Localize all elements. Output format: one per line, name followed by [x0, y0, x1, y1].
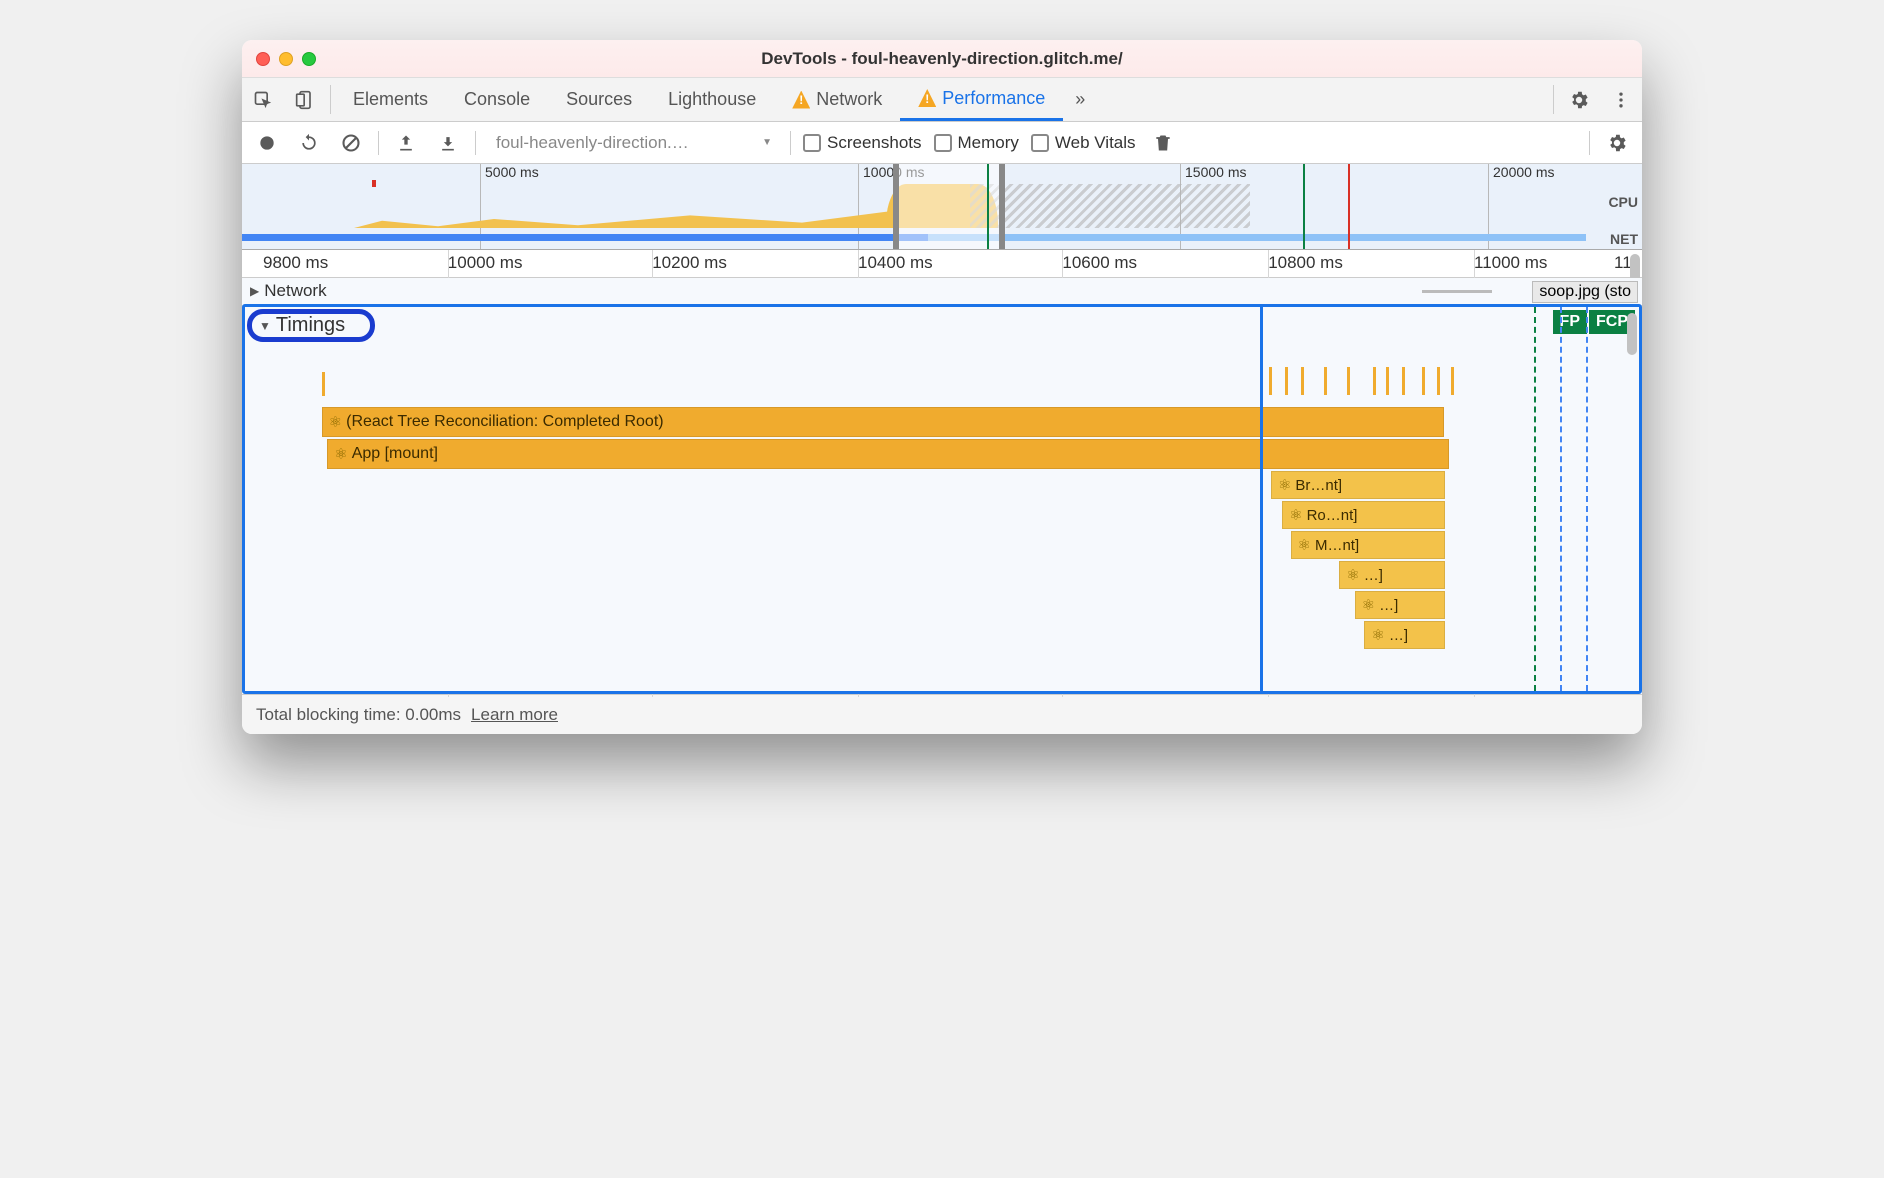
ruler-tick: 11000 ms [1474, 253, 1547, 273]
marker-line [1303, 164, 1305, 249]
flame-mark [322, 372, 325, 396]
tab-lighthouse[interactable]: Lighthouse [650, 78, 774, 121]
maximize-icon[interactable] [302, 52, 316, 66]
ruler-tick: 10800 ms [1268, 253, 1343, 273]
warning-icon [918, 89, 936, 107]
settings-icon[interactable] [1558, 78, 1600, 121]
ruler-tick: 10600 ms [1062, 253, 1137, 273]
net-bar [928, 234, 1586, 241]
screenshots-label: Screenshots [827, 133, 922, 153]
tracks-pane: ▶ Network soop.jpg (sto ▼Timings FP FCP [242, 278, 1642, 694]
cpu-activity [354, 210, 914, 228]
clear-button[interactable] [336, 128, 366, 158]
flame-react-root[interactable]: ⚛(React Tree Reconciliation: Completed R… [322, 407, 1444, 437]
react-icon: ⚛ [1289, 506, 1302, 524]
react-icon: ⚛ [1346, 566, 1359, 584]
flame-app-mount[interactable]: ⚛App [mount] [327, 439, 1449, 469]
devtools-tabbar: Elements Console Sources Lighthouse Netw… [242, 78, 1642, 122]
caret-right-icon: ▶ [250, 284, 259, 298]
time-ruler[interactable]: 9800 ms 10000 ms 10200 ms 10400 ms 10600… [242, 250, 1642, 278]
tab-network[interactable]: Network [774, 78, 900, 121]
mac-titlebar: DevTools - foul-heavenly-direction.glitc… [242, 40, 1642, 78]
flame-deep[interactable]: ⚛…] [1339, 561, 1445, 589]
overview-tick: 20000 ms [1493, 164, 1554, 180]
tab-elements[interactable]: Elements [335, 78, 446, 121]
minimize-icon[interactable] [279, 52, 293, 66]
traffic-lights [256, 52, 316, 66]
ruler-tick: 11 [1614, 253, 1632, 273]
network-resource-chip[interactable]: soop.jpg (sto [1532, 281, 1638, 303]
tab-performance-label: Performance [942, 88, 1045, 109]
ruler-tick: 9800 ms [263, 253, 328, 273]
overview-tick: 15000 ms [1185, 164, 1246, 180]
tab-sources[interactable]: Sources [548, 78, 650, 121]
recording-select-label: foul-heavenly-direction.… [496, 133, 689, 153]
blocking-time-text: Total blocking time: 0.00ms [256, 705, 461, 725]
warning-icon [792, 91, 810, 109]
network-bar [1422, 290, 1492, 293]
window-title: DevTools - foul-heavenly-direction.glitc… [316, 49, 1568, 69]
react-icon: ⚛ [334, 445, 347, 463]
selection-line[interactable] [1260, 307, 1263, 691]
react-icon: ⚛ [329, 413, 342, 431]
capture-settings-icon[interactable] [1602, 128, 1632, 158]
load-profile-icon[interactable] [391, 128, 421, 158]
flame-ro[interactable]: ⚛Ro…nt] [1282, 501, 1445, 529]
overview-timeline[interactable]: 5000 ms 10000 ms 15000 ms 20000 ms CPU N… [242, 164, 1642, 250]
timing-marker [1534, 307, 1536, 691]
record-button[interactable] [252, 128, 282, 158]
network-row[interactable]: ▶ Network soop.jpg (sto [242, 278, 1642, 306]
tab-network-label: Network [816, 89, 882, 110]
net-bar [242, 234, 928, 241]
react-icon: ⚛ [1298, 536, 1311, 554]
checkbox-icon [803, 134, 821, 152]
devtools-window: DevTools - foul-heavenly-direction.glitc… [242, 40, 1642, 734]
checkbox-icon [934, 134, 952, 152]
flame-br[interactable]: ⚛Br…nt] [1271, 471, 1445, 499]
highlight-annotation [247, 309, 375, 342]
trash-icon[interactable] [1148, 128, 1178, 158]
kebab-menu-icon[interactable] [1600, 78, 1642, 121]
webvitals-checkbox[interactable]: Web Vitals [1031, 133, 1136, 153]
learn-more-link[interactable]: Learn more [471, 705, 558, 725]
ruler-tick: 10400 ms [858, 253, 933, 273]
cpu-label: CPU [1608, 194, 1638, 210]
timings-row[interactable]: ▼Timings FP FCP [242, 304, 1642, 694]
flame-deep[interactable]: ⚛…] [1364, 621, 1445, 649]
flame-deep[interactable]: ⚛…] [1355, 591, 1446, 619]
tab-overflow[interactable]: » [1063, 78, 1097, 121]
webvitals-label: Web Vitals [1055, 133, 1136, 153]
inspect-element-icon[interactable] [242, 78, 284, 121]
timing-marker [1586, 307, 1588, 691]
marker-line [987, 164, 989, 249]
tab-performance[interactable]: Performance [900, 78, 1063, 121]
close-icon[interactable] [256, 52, 270, 66]
network-row-label: Network [264, 281, 326, 301]
performance-toolbar: foul-heavenly-direction.… Screenshots Me… [242, 122, 1642, 164]
fp-badge[interactable]: FP [1553, 310, 1587, 334]
flame-m[interactable]: ⚛M…nt] [1291, 531, 1446, 559]
save-profile-icon[interactable] [433, 128, 463, 158]
ruler-tick: 10000 ms [448, 253, 523, 273]
timing-marker [1560, 307, 1562, 691]
react-icon: ⚛ [1371, 626, 1384, 644]
overview-tick: 5000 ms [485, 164, 539, 180]
screenshots-checkbox[interactable]: Screenshots [803, 133, 922, 153]
checkbox-icon [1031, 134, 1049, 152]
net-label: NET [1610, 231, 1638, 247]
hatched-region [970, 184, 1250, 228]
scrollbar-thumb[interactable] [1627, 313, 1637, 355]
memory-checkbox[interactable]: Memory [934, 133, 1019, 153]
marker-line [1348, 164, 1350, 249]
react-icon: ⚛ [1362, 596, 1375, 614]
tab-console[interactable]: Console [446, 78, 548, 121]
recording-select[interactable]: foul-heavenly-direction.… [488, 129, 778, 157]
ruler-tick: 10200 ms [652, 253, 727, 273]
memory-label: Memory [958, 133, 1019, 153]
status-footer: Total blocking time: 0.00ms Learn more [242, 694, 1642, 734]
reload-button[interactable] [294, 128, 324, 158]
react-icon: ⚛ [1278, 476, 1291, 494]
marker [372, 180, 376, 187]
device-toggle-icon[interactable] [284, 78, 326, 121]
